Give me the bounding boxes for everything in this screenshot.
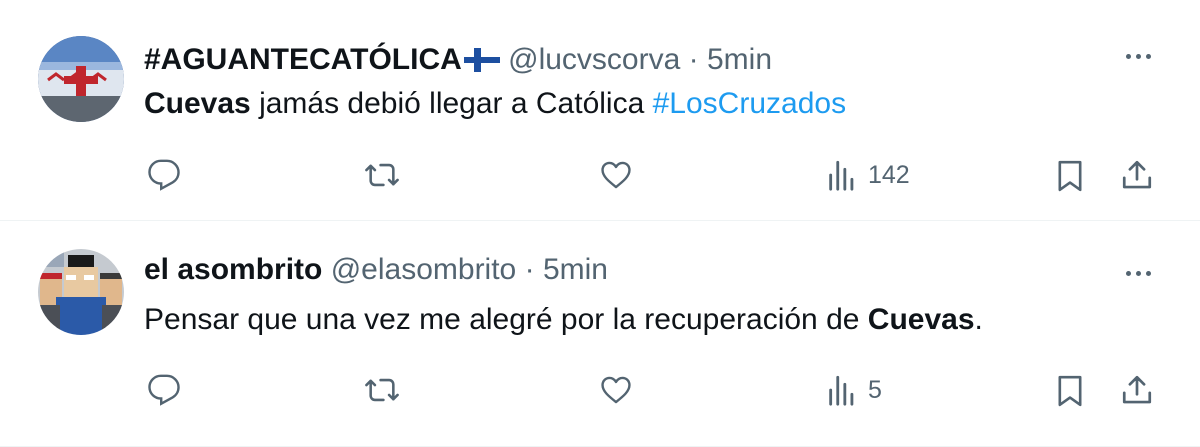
- reply-button[interactable]: [147, 158, 181, 192]
- tweet-text: Cuevas jamás debió llegar a Católica #Lo…: [144, 85, 846, 123]
- share-icon: [1122, 160, 1152, 189]
- more-icon[interactable]: [1118, 263, 1158, 283]
- retweet-icon: [365, 378, 399, 402]
- views-count: 142: [868, 160, 910, 189]
- retweet-button[interactable]: [363, 158, 401, 192]
- views-icon: [829, 375, 854, 406]
- hashtag-link[interactable]: #LosCruzados: [653, 87, 846, 120]
- tweet[interactable]: el asombrito @elasombrito · 5min Pensar …: [0, 221, 1200, 447]
- retweet-icon: [365, 163, 399, 187]
- views-button[interactable]: 142: [826, 158, 910, 192]
- more-icon[interactable]: [1118, 46, 1158, 66]
- tweet-header: #AGUANTECATÓLICA @lucvscorva · 5min: [144, 42, 772, 81]
- bookmark-button[interactable]: [1054, 158, 1086, 194]
- reply-icon: [148, 374, 180, 406]
- text-post: .: [974, 303, 983, 336]
- tweet[interactable]: #AGUANTECATÓLICA @lucvscorva · 5min Cuev…: [0, 0, 1200, 221]
- views-button[interactable]: 5: [826, 373, 882, 407]
- avatar[interactable]: [38, 249, 124, 335]
- views-count: 5: [868, 375, 882, 404]
- text-pre: Pensar que una vez me alegré por la recu…: [144, 303, 868, 336]
- display-name[interactable]: el asombrito: [144, 253, 322, 286]
- share-button[interactable]: [1120, 373, 1154, 407]
- timestamp[interactable]: 5min: [543, 253, 608, 286]
- text-bold: Cuevas: [867, 303, 975, 336]
- timestamp[interactable]: 5min: [707, 43, 772, 76]
- reply-icon: [148, 159, 180, 191]
- text-bold: Cuevas: [144, 87, 251, 120]
- heart-icon: [601, 161, 631, 189]
- retweet-button[interactable]: [363, 373, 401, 407]
- share-icon: [1122, 375, 1152, 404]
- bookmark-button[interactable]: [1054, 373, 1086, 409]
- heart-icon: [601, 376, 631, 404]
- like-button[interactable]: [598, 373, 634, 407]
- separator: ·: [524, 253, 535, 286]
- text-rest: jamás debió llegar a Católica: [250, 87, 653, 120]
- bookmark-icon: [1058, 160, 1082, 192]
- separator: ·: [688, 43, 699, 76]
- views-icon: [829, 160, 854, 191]
- bookmark-icon: [1058, 375, 1082, 407]
- share-button[interactable]: [1120, 158, 1154, 192]
- handle[interactable]: @lucvscorva: [508, 43, 680, 76]
- display-name[interactable]: #AGUANTECATÓLICA: [144, 43, 462, 76]
- avatar[interactable]: [38, 36, 124, 122]
- tweet-text: Pensar que una vez me alegré por la recu…: [144, 301, 983, 339]
- tweet-header: el asombrito @elasombrito · 5min: [144, 252, 608, 288]
- reply-button[interactable]: [147, 373, 181, 407]
- handle[interactable]: @elasombrito: [331, 253, 517, 286]
- like-button[interactable]: [598, 158, 634, 192]
- finland-flag-icon: [463, 45, 500, 81]
